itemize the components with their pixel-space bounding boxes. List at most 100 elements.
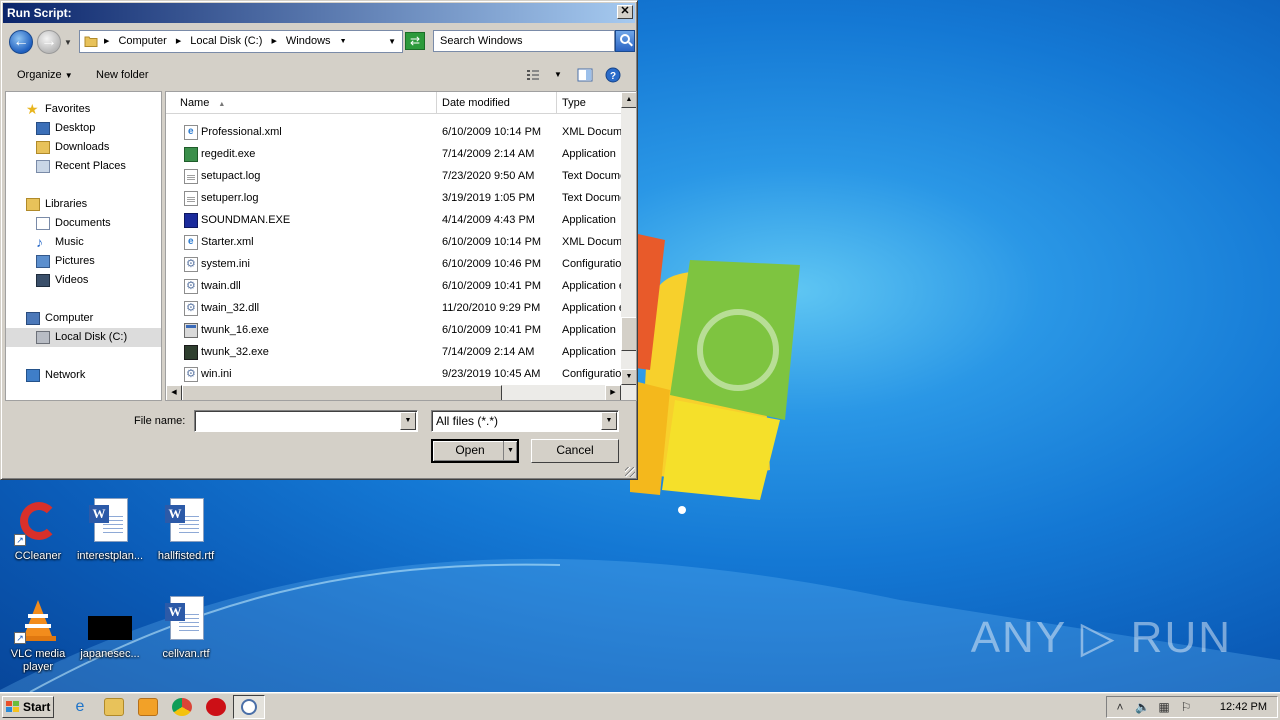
nav-network[interactable]: Network <box>6 366 161 385</box>
nav-local-disk[interactable]: Local Disk (C:) <box>6 328 161 347</box>
file-name-label: File name: <box>134 415 186 427</box>
nav-libraries[interactable]: Libraries <box>6 195 161 214</box>
breadcrumb-separator-icon[interactable]: ▶ <box>271 38 276 45</box>
file-row[interactable]: twunk_32.exe 7/14/2009 2:14 AM Application <box>166 341 622 363</box>
libraries-icon <box>26 198 40 211</box>
network-status-icon[interactable]: ▦ <box>1157 700 1171 714</box>
forward-arrow-icon[interactable]: → <box>37 30 61 54</box>
vertical-scroll-thumb[interactable] <box>621 317 636 351</box>
file-row[interactable]: Professional.xml 6/10/2009 10:14 PM XML Do… <box>166 121 622 143</box>
file-row[interactable]: Starter.xml 6/10/2009 10:14 PM XML Documen… <box>166 231 622 253</box>
view-options-icon[interactable] <box>525 67 541 83</box>
file-date: 7/23/2020 9:50 AM <box>442 170 535 182</box>
column-label: Date modified <box>442 97 510 109</box>
active-window-button[interactable] <box>233 695 265 719</box>
horizontal-scroll-thumb[interactable] <box>182 385 502 400</box>
media-player-icon[interactable] <box>138 698 158 716</box>
desktop-icon-vlc[interactable]: ↗ VLC media player <box>0 596 76 674</box>
nav-recent-places[interactable]: Recent Places <box>6 157 161 176</box>
file-name: twain_32.dll <box>201 302 260 314</box>
close-button[interactable]: ✕ <box>617 5 633 19</box>
history-chevron-down-icon[interactable]: ▼ <box>64 38 72 47</box>
column-date[interactable]: Date modified <box>437 92 557 114</box>
file-name-input[interactable]: ▼ <box>194 410 418 432</box>
chrome-icon[interactable] <box>172 698 192 716</box>
desktop-icon-cellvan[interactable]: W cellvan.rtf <box>148 596 224 661</box>
action-center-flag-icon[interactable]: ⚐ <box>1179 700 1193 714</box>
file-row[interactable]: twain.dll 6/10/2009 10:41 PM Application e… <box>166 275 622 297</box>
nav-computer[interactable]: Computer <box>6 309 161 328</box>
open-label: Open <box>455 443 485 457</box>
file-row[interactable]: twain_32.dll 11/20/2010 9:29 PM Applicatio… <box>166 297 622 319</box>
explorer-folder-icon[interactable] <box>104 698 124 716</box>
opera-icon[interactable] <box>206 698 226 716</box>
breadcrumb-computer[interactable]: Computer <box>118 35 166 47</box>
back-arrow-icon[interactable]: ← <box>9 30 33 54</box>
file-row[interactable]: SOUNDMAN.EXE 4/14/2009 4:43 PM Application <box>166 209 622 231</box>
nav-downloads[interactable]: Downloads <box>6 138 161 157</box>
horizontal-scrollbar[interactable]: ◀ ▶ <box>166 385 636 400</box>
resize-grip[interactable] <box>625 467 635 477</box>
breadcrumb-separator-icon[interactable]: ▼ <box>340 38 347 45</box>
search-input[interactable]: Search Windows <box>433 30 615 52</box>
internet-explorer-icon[interactable]: e <box>70 698 90 716</box>
volume-icon[interactable]: 🔈 <box>1135 700 1150 714</box>
config-file-icon <box>184 257 198 272</box>
breadcrumb-windows[interactable]: Windows <box>286 35 331 47</box>
column-type[interactable]: Type <box>557 92 622 114</box>
config-file-icon <box>184 367 198 382</box>
nav-music[interactable]: ♪ Music <box>6 233 161 252</box>
text-file-icon <box>184 191 198 206</box>
view-chevron-down-icon[interactable]: ▼ <box>554 70 562 79</box>
nav-documents[interactable]: Documents <box>6 214 161 233</box>
cancel-button[interactable]: Cancel <box>531 439 619 463</box>
file-type-dropdown-icon[interactable]: ▼ <box>601 412 617 430</box>
file-row[interactable]: setuperr.log 3/19/2019 1:05 PM Text Docume… <box>166 187 622 209</box>
desktop-icon-hallfisted[interactable]: W hallfisted.rtf <box>148 498 224 563</box>
file-name-dropdown-icon[interactable]: ▼ <box>400 412 416 430</box>
nav-pictures[interactable]: Pictures <box>6 252 161 271</box>
scroll-down-icon[interactable]: ▼ <box>621 369 636 385</box>
scroll-left-icon[interactable]: ◀ <box>166 385 182 400</box>
breadcrumb-local-disk[interactable]: Local Disk (C:) <box>190 35 262 47</box>
desktop-icon-japanesec[interactable]: japanesec... <box>72 596 148 661</box>
file-row[interactable]: win.ini 9/23/2019 10:45 AM Configuration <box>166 363 622 385</box>
vertical-scrollbar[interactable]: ▲ ▼ <box>621 92 636 385</box>
file-name: system.ini <box>201 258 250 270</box>
nav-favorites[interactable]: ★ Favorites <box>6 100 161 119</box>
folder-icon <box>84 36 98 47</box>
new-folder-button[interactable]: New folder <box>96 69 149 81</box>
file-row[interactable]: system.ini 6/10/2009 10:46 PM Configuratio… <box>166 253 622 275</box>
file-row[interactable]: regedit.exe 7/14/2009 2:14 AM Application <box>166 143 622 165</box>
desktop-icon-ccleaner[interactable]: ↗ CCleaner <box>0 498 76 563</box>
search-icon[interactable] <box>615 30 635 52</box>
column-name[interactable]: Name ▲ <box>166 92 437 114</box>
organize-menu[interactable]: Organize ▼ <box>17 69 73 81</box>
breadcrumb-separator-icon[interactable]: ▶ <box>176 38 181 45</box>
soundman-icon <box>184 213 198 228</box>
preview-pane-icon[interactable] <box>577 67 593 83</box>
breadcrumb-separator-icon[interactable]: ▶ <box>104 38 109 45</box>
file-name: twunk_32.exe <box>201 346 269 358</box>
help-icon[interactable]: ? <box>605 67 621 83</box>
file-type: Configuration <box>562 368 622 380</box>
file-row[interactable]: setupact.log 7/23/2020 9:50 AM Text Docume… <box>166 165 622 187</box>
nav-desktop[interactable]: Desktop <box>6 119 161 138</box>
scroll-right-icon[interactable]: ▶ <box>605 385 621 400</box>
file-type-select[interactable]: All files (*.*) ▼ <box>431 410 619 432</box>
dialog-titlebar[interactable]: Run Script: ✕ <box>3 3 635 23</box>
start-button[interactable]: Start <box>2 696 54 718</box>
refresh-icon[interactable]: ⇄ <box>405 32 425 50</box>
show-hidden-icons-chevron-icon[interactable]: ˄ <box>1113 700 1127 714</box>
open-button[interactable]: Open ▼ <box>431 439 519 463</box>
address-dropdown-icon[interactable]: ▼ <box>388 37 396 46</box>
open-split-chevron-icon[interactable]: ▼ <box>503 441 517 461</box>
file-type: Application extension <box>562 302 622 314</box>
breadcrumb[interactable]: ▶ Computer ▶ Local Disk (C:) ▶ Windows ▼… <box>79 30 403 53</box>
file-row[interactable]: twunk_16.exe 6/10/2009 10:41 PM Applicatio… <box>166 319 622 341</box>
clock[interactable]: 12:42 PM <box>1220 701 1267 713</box>
scroll-up-icon[interactable]: ▲ <box>621 92 636 108</box>
nav-videos[interactable]: Videos <box>6 271 161 290</box>
desktop-icon-interestplan[interactable]: W interestplan... <box>72 498 148 563</box>
desktop-icon-label: hallfisted.rtf <box>157 550 215 562</box>
